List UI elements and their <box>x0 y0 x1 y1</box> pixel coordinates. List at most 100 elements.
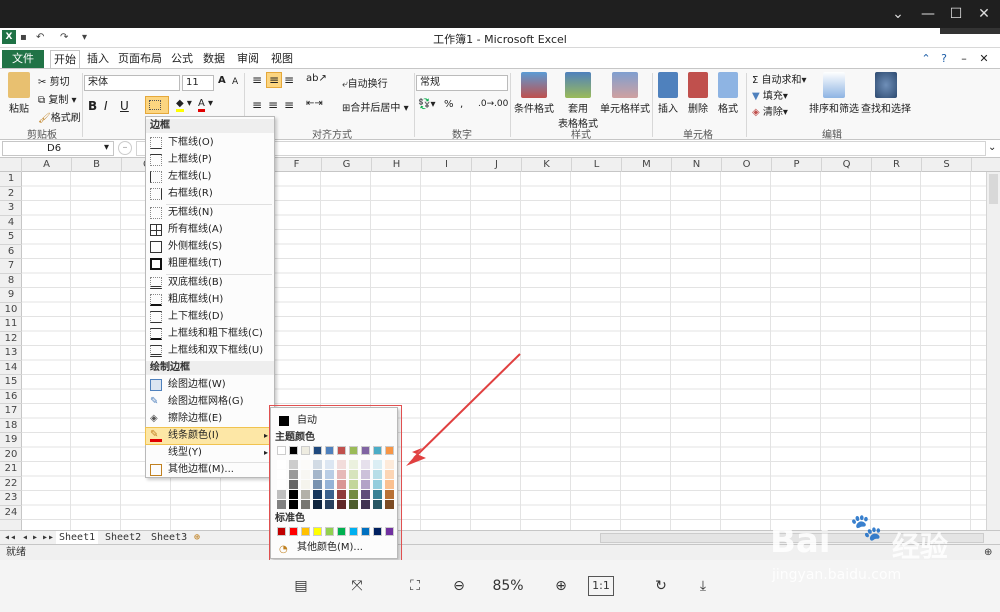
align-right-icon[interactable]: ≡ <box>284 98 294 112</box>
fill-button[interactable]: ▼ 填充▾ <box>752 87 788 102</box>
doc-minimize-icon[interactable]: – <box>956 50 972 68</box>
maximize-icon[interactable]: ☐ <box>945 4 967 24</box>
column-header[interactable]: O <box>722 158 772 172</box>
tab-insert[interactable]: 插入 <box>84 50 112 68</box>
column-header[interactable]: H <box>372 158 422 172</box>
row-header[interactable]: 5 <box>0 230 22 245</box>
expand-formula-icon[interactable]: ⌄ <box>988 142 996 153</box>
sheet-tab-2[interactable]: Sheet2 <box>102 531 144 545</box>
insert-cells-button[interactable]: 插入 <box>654 72 682 115</box>
number-format-select[interactable]: 常规 <box>416 75 508 91</box>
underline-button[interactable]: U <box>120 99 129 113</box>
font-size-select[interactable]: 11 <box>182 75 214 91</box>
align-top-icon[interactable]: ≡ <box>252 73 262 87</box>
new-sheet-icon[interactable]: ⊕ <box>194 531 200 545</box>
column-header[interactable]: N <box>672 158 722 172</box>
shrink-font-button[interactable]: A <box>232 77 238 87</box>
autosum-button[interactable]: Σ 自动求和▾ <box>752 71 807 86</box>
paste-button[interactable]: 粘贴 <box>4 72 34 115</box>
row-header[interactable]: 23 <box>0 491 22 506</box>
sheet-tab-3[interactable]: Sheet3 <box>148 531 190 545</box>
row-header[interactable]: 15 <box>0 375 22 390</box>
menu-item-no-border[interactable]: 无框线(N) <box>146 205 274 221</box>
row-header[interactable]: 12 <box>0 332 22 346</box>
bold-button[interactable]: B <box>88 99 97 113</box>
scroll-thumb[interactable] <box>989 174 998 204</box>
menu-item-erase-border[interactable]: ◈ 擦除边框(E) <box>146 411 274 427</box>
row-header[interactable]: 3 <box>0 201 22 216</box>
fx-icon[interactable]: – <box>118 141 132 155</box>
column-header[interactable]: M <box>622 158 672 172</box>
menu-item-bottom-border[interactable]: 下框线(O) <box>146 135 274 151</box>
menu-item-top-thick-bottom-border[interactable]: 上框线和粗下框线(C) <box>146 326 274 342</box>
merge-center-button[interactable]: ⊞合并后居中 ▾ <box>342 99 409 114</box>
zoom-out-icon[interactable]: ⊖ <box>446 572 472 600</box>
format-painter-button[interactable]: 🖌格式刷 <box>38 109 81 124</box>
tab-view[interactable]: 视图 <box>268 50 296 68</box>
name-box-dropdown-icon[interactable]: ▾ <box>104 142 109 153</box>
menu-item-left-border[interactable]: 左框线(L) <box>146 169 274 185</box>
copy-button[interactable]: ⧉ 复制 ▾ <box>38 91 77 106</box>
indent-icon[interactable]: ⇤⇥ <box>306 98 323 109</box>
fill-color-button[interactable]: ◆ ▾ <box>176 98 192 112</box>
row-header[interactable]: 21 <box>0 462 22 477</box>
column-header[interactable]: A <box>22 158 72 172</box>
row-header[interactable]: 16 <box>0 390 22 404</box>
column-header[interactable]: R <box>872 158 922 172</box>
grow-font-button[interactable]: A <box>218 75 226 86</box>
menu-item-thick-bottom-border[interactable]: 粗底框线(H) <box>146 292 274 308</box>
row-header[interactable]: 20 <box>0 448 22 462</box>
clear-button[interactable]: ◈ 清除▾ <box>752 103 788 118</box>
column-header[interactable]: B <box>72 158 122 172</box>
format-as-table-button[interactable]: 套用 表格格式 <box>556 72 600 130</box>
sheet-nav-next-icon[interactable]: ▸ <box>32 531 38 545</box>
menu-item-all-borders[interactable]: 所有框线(A) <box>146 222 274 238</box>
layout-toggle-icon[interactable]: ▤ <box>288 572 314 600</box>
format-cells-button[interactable]: 格式 <box>714 72 742 115</box>
minimize-icon[interactable]: — <box>917 4 939 24</box>
close-icon[interactable]: ✕ <box>973 4 995 24</box>
row-header[interactable]: 14 <box>0 361 22 375</box>
column-header[interactable]: Q <box>822 158 872 172</box>
row-header[interactable]: 22 <box>0 477 22 491</box>
fit-page-icon[interactable]: ⤧ <box>344 572 370 600</box>
menu-item-draw-border-grid[interactable]: ✎ 绘图边框网格(G) <box>146 394 274 410</box>
column-header[interactable]: G <box>322 158 372 172</box>
row-header[interactable]: 11 <box>0 317 22 332</box>
doc-close-icon[interactable]: ✕ <box>976 50 992 68</box>
tab-home[interactable]: 开始 <box>50 50 80 68</box>
row-header[interactable]: 4 <box>0 216 22 230</box>
font-name-select[interactable]: 宋体 <box>84 75 180 91</box>
cell-styles-button[interactable]: 单元格样式 <box>600 72 650 115</box>
help-icon[interactable]: ? <box>936 50 952 68</box>
row-header[interactable]: 10 <box>0 303 22 317</box>
chevron-down-icon[interactable]: ⌄ <box>887 4 909 24</box>
select-all-corner[interactable] <box>0 158 22 172</box>
row-header[interactable]: 24 <box>0 506 22 520</box>
sheet-nav-last-icon[interactable]: ▸▸ <box>42 531 54 545</box>
tab-data[interactable]: 数据 <box>200 50 228 68</box>
actual-size-button[interactable]: 1:1 <box>588 576 614 596</box>
menu-item-more-borders[interactable]: 其他边框(M)... <box>146 462 274 478</box>
row-header[interactable]: 9 <box>0 288 22 303</box>
menu-item-line-style[interactable]: 线型(Y) ▸ <box>146 445 274 461</box>
menu-item-right-border[interactable]: 右框线(R) <box>146 186 274 202</box>
column-header[interactable]: J <box>472 158 522 172</box>
orientation-icon[interactable]: ab↗ <box>306 73 327 84</box>
tab-page-layout[interactable]: 页面布局 <box>116 50 164 68</box>
row-header[interactable]: 19 <box>0 433 22 448</box>
rotate-icon[interactable]: ↻ <box>648 572 674 600</box>
menu-item-double-bottom-border[interactable]: 双底框线(B) <box>146 275 274 291</box>
align-center-icon[interactable]: ≡ <box>268 98 278 112</box>
sheet-nav-prev-icon[interactable]: ◂ <box>22 531 28 545</box>
column-header[interactable]: S <box>922 158 972 172</box>
align-left-icon[interactable]: ≡ <box>252 98 262 112</box>
sheet-nav-first-icon[interactable]: ◂◂ <box>4 531 16 545</box>
cut-button[interactable]: ✂ 剪切 <box>38 73 70 88</box>
italic-button[interactable]: I <box>104 99 108 113</box>
column-header[interactable]: L <box>572 158 622 172</box>
row-header[interactable]: 13 <box>0 346 22 361</box>
menu-item-thick-box-border[interactable]: 粗匣框线(T) <box>146 256 274 272</box>
menu-item-draw-border[interactable]: 绘图边框(W) <box>146 377 274 393</box>
zoom-in-icon[interactable]: ⊕ <box>548 572 574 600</box>
